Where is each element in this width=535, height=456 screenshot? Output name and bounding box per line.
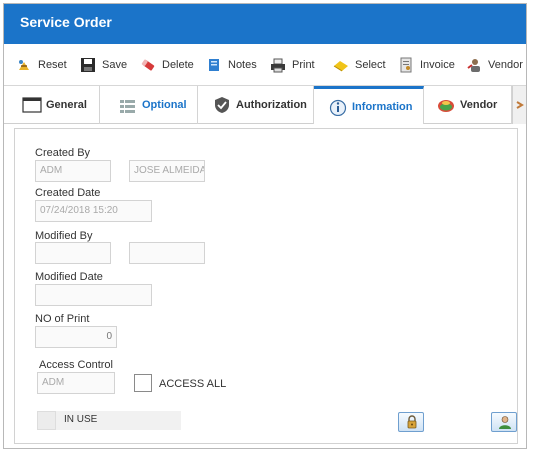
- info-icon: [328, 98, 348, 116]
- created-date-label: Created Date: [35, 187, 101, 199]
- delete-button[interactable]: Delete: [140, 55, 194, 75]
- vendor-globe-icon: [436, 96, 456, 114]
- no-of-print-label: NO of Print: [35, 313, 90, 325]
- save-icon: [80, 57, 96, 73]
- vendor-icon: [466, 57, 482, 73]
- reset-button[interactable]: Reset: [16, 55, 67, 75]
- user-icon: [498, 415, 512, 434]
- list-icon: [118, 96, 138, 114]
- access-control-label: Access Control: [39, 359, 113, 371]
- tab-general[interactable]: General: [4, 86, 100, 124]
- notes-button[interactable]: Notes: [206, 55, 257, 75]
- user-button[interactable]: [491, 412, 517, 432]
- lock-button[interactable]: [398, 412, 424, 432]
- no-of-print-field[interactable]: 0: [35, 326, 117, 348]
- notes-icon: [206, 57, 222, 73]
- window-icon: [22, 96, 42, 114]
- vendor-report-button[interactable]: Vendor R: [466, 55, 526, 75]
- lock-icon: [405, 415, 419, 434]
- modified-date-label: Modified Date: [35, 271, 103, 283]
- in-use-label: IN USE: [64, 414, 98, 425]
- save-button[interactable]: Save: [80, 55, 127, 75]
- tab-information[interactable]: Information: [314, 86, 424, 124]
- tab-authorization[interactable]: Authorization: [198, 86, 314, 124]
- access-all-label: ACCESS ALL: [159, 378, 227, 390]
- created-by-code-field[interactable]: ADM: [35, 160, 111, 182]
- print-button[interactable]: Print: [270, 55, 315, 75]
- created-by-label: Created By: [35, 147, 91, 159]
- delete-icon: [140, 57, 156, 73]
- access-all-checkbox[interactable]: [134, 374, 152, 392]
- created-by-name-field[interactable]: JOSE ALMEIDA: [129, 160, 205, 182]
- access-control-field[interactable]: ADM: [37, 372, 115, 394]
- modified-date-field[interactable]: [35, 284, 152, 306]
- information-panel: Created By ADM JOSE ALMEIDA Created Date…: [14, 128, 518, 444]
- title-bar: Service Order: [4, 4, 526, 44]
- in-use-row: IN USE: [37, 411, 181, 430]
- toolbar: Reset Save Delete Notes Print Select Inv…: [4, 44, 526, 86]
- modified-by-label: Modified By: [35, 230, 93, 242]
- print-icon: [270, 57, 286, 73]
- invoice-icon: [398, 57, 414, 73]
- service-order-window: Service Order Reset Save Delete Notes Pr…: [3, 3, 527, 449]
- tab-vendor[interactable]: Vendor: [424, 86, 512, 124]
- in-use-checkbox[interactable]: [37, 411, 56, 430]
- tab-bar: General Optional Authorization Informati…: [4, 86, 526, 124]
- tab-optional[interactable]: Optional: [100, 86, 198, 124]
- select-button[interactable]: Select: [333, 55, 386, 75]
- window-title: Service Order: [20, 14, 112, 30]
- select-icon: [333, 57, 349, 73]
- modified-by-name-field[interactable]: [129, 242, 205, 264]
- modified-by-code-field[interactable]: [35, 242, 111, 264]
- invoice-button[interactable]: Invoice: [398, 55, 455, 75]
- created-date-field[interactable]: 07/24/2018 15:20: [35, 200, 152, 222]
- reset-icon: [16, 57, 32, 73]
- shield-check-icon: [212, 96, 232, 114]
- tab-scroll-button[interactable]: [512, 86, 526, 124]
